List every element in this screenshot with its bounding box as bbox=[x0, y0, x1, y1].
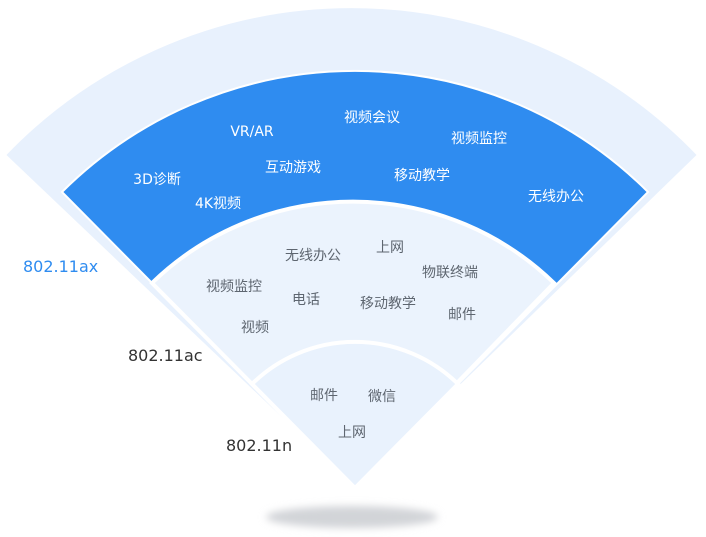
ax-app-label: 视频会议 bbox=[344, 110, 400, 126]
ac-app-label: 上网 bbox=[376, 240, 404, 256]
n-app-label: 上网 bbox=[338, 425, 366, 441]
ax-app-label: 4K视频 bbox=[194, 196, 242, 212]
standard-label-n: 802.11n bbox=[226, 436, 293, 455]
ax-app-label: 互动游戏 bbox=[265, 160, 321, 176]
ax-app-label: 视频监控 bbox=[451, 131, 507, 147]
n-app-label: 微信 bbox=[368, 389, 396, 405]
n-app-label: 邮件 bbox=[310, 388, 338, 404]
ac-app-label: 视频 bbox=[241, 320, 269, 336]
n-band bbox=[249, 339, 461, 491]
standard-label-ac: 802.11ac bbox=[128, 346, 203, 365]
ac-app-label: 物联终端 bbox=[422, 265, 478, 281]
wifi-standards-diagram: 802.11ax 802.11ac 802.11n VR/AR 视频会议 视频监… bbox=[0, 0, 706, 537]
ax-app-label: 3D诊断 bbox=[133, 172, 181, 188]
wifi-fan-graphic bbox=[3, 6, 700, 528]
ax-app-label: 无线办公 bbox=[528, 189, 584, 205]
ax-app-label: 移动教学 bbox=[394, 168, 450, 184]
ac-app-label: 视频监控 bbox=[206, 279, 262, 295]
base-shadow bbox=[266, 506, 438, 528]
ac-app-label: 电话 bbox=[292, 292, 320, 308]
ac-app-label: 移动教学 bbox=[360, 296, 416, 312]
ac-app-label: 无线办公 bbox=[285, 248, 341, 264]
ac-app-label: 邮件 bbox=[448, 307, 476, 323]
ax-app-label: VR/AR bbox=[230, 124, 274, 140]
standard-label-ax: 802.11ax bbox=[23, 257, 99, 276]
